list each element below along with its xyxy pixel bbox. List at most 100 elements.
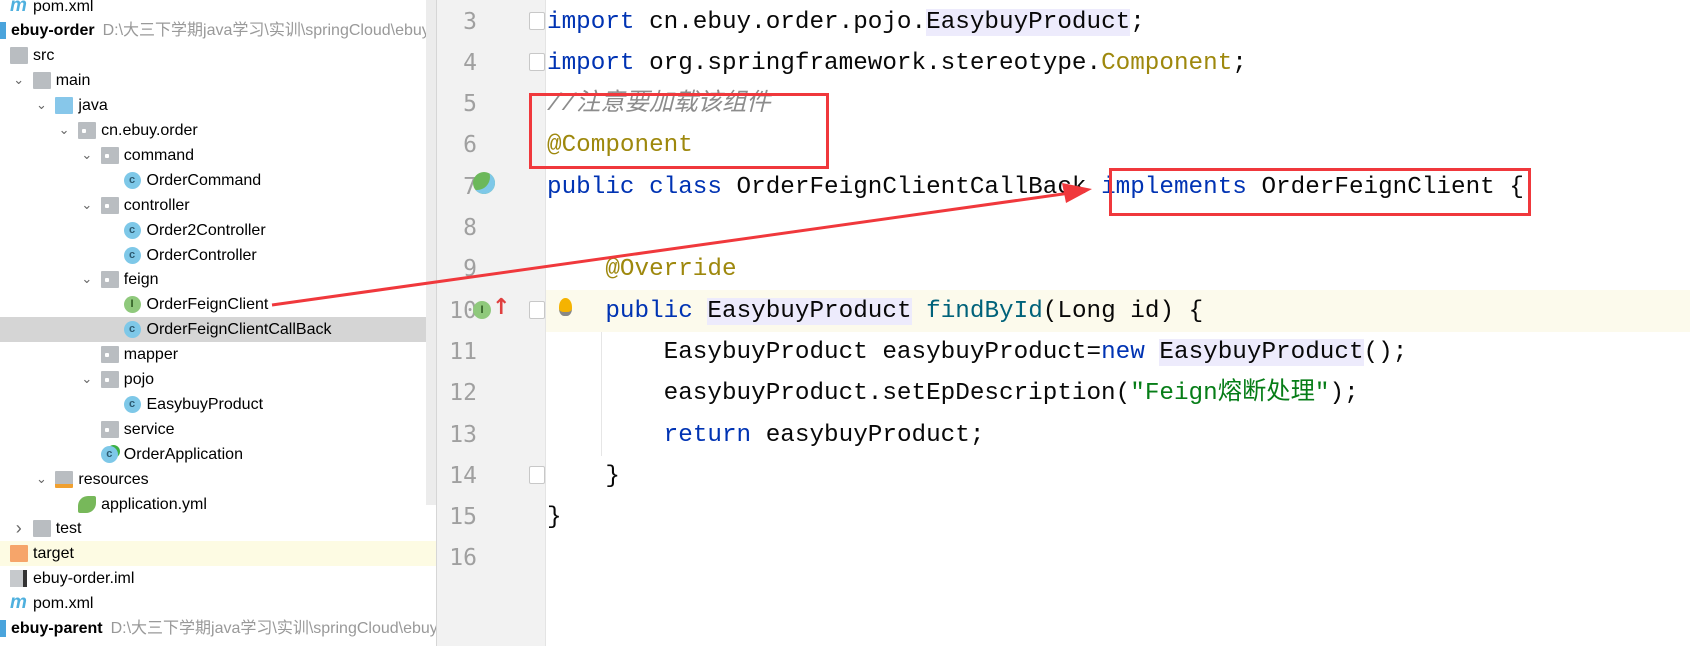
tree-item-pom-xml[interactable]: m pom.xml (0, 0, 426, 19)
chevron-down-icon[interactable]: ⌄ (80, 370, 94, 388)
code-token: ; (1232, 49, 1247, 77)
chevron-down-icon[interactable]: ⌄ (34, 96, 48, 114)
tree-item-ebuy-order-iml[interactable]: ebuy-order.iml (0, 566, 426, 591)
project-tree: m pom.xml ebuy-order D:\大三下学期java学习\实训\spri… (0, 0, 437, 646)
spring-bean-icon[interactable] (473, 172, 495, 194)
code-line[interactable]: } (547, 497, 562, 538)
fold-marker-icon[interactable] (529, 466, 545, 485)
code-token: OrderFeignClientCallBack (721, 173, 1102, 201)
tree-item-ebuy-order[interactable]: ebuy-order D:\大三下学期java学习\实训\springCloud\… (0, 18, 434, 43)
tree-item-target[interactable]: target (0, 541, 436, 567)
code-line[interactable]: public EasybuyProduct findById(Long id) … (547, 291, 1203, 332)
tree-item-label: feign (124, 269, 159, 290)
maven-icon: m (10, 0, 27, 16)
fold-marker-icon[interactable] (529, 12, 545, 30)
tree-item-label: Order2Controller (147, 220, 266, 241)
code-line[interactable]: @Override (547, 249, 737, 290)
tree-item-orderapplication[interactable]: c OrderApplication (0, 442, 426, 467)
tree-item-order2controller[interactable]: c Order2Controller (0, 218, 426, 243)
tree-item-label: OrderController (147, 245, 257, 266)
code-token: public class (547, 173, 722, 201)
code-token: EasybuyProduct (1159, 338, 1364, 366)
tree-item-ordercommand[interactable]: c OrderCommand (0, 168, 426, 193)
code-token: EasybuyProduct (926, 8, 1131, 36)
label-text: feign (123, 271, 159, 289)
code-token: "Feign熔断处理" (1130, 380, 1330, 408)
label-text: application.yml (101, 495, 207, 513)
chevron-right-icon[interactable]: › (12, 519, 26, 537)
class-icon: c (123, 246, 141, 264)
chevron-down-icon[interactable]: ⌄ (12, 71, 26, 89)
tree-item-label: test (56, 518, 82, 539)
code-line[interactable]: import cn.ebuy.order.pojo.EasybuyProduct… (547, 2, 1145, 43)
tree-item-orderfeignclient[interactable]: I OrderFeignClient (0, 292, 426, 317)
chevron-down-icon[interactable]: ⌄ (57, 121, 71, 139)
line-number: 5 (463, 91, 477, 118)
tree-item-label: OrderApplication (124, 444, 243, 465)
tree-item-mapper[interactable]: mapper (0, 342, 426, 367)
tree-item-label: OrderFeignClient (147, 294, 269, 315)
label-text: command (123, 146, 195, 164)
tree-item-easybuyproduct[interactable]: c EasybuyProduct (0, 392, 426, 417)
project-tree-scrollbar[interactable] (426, 0, 436, 505)
package-icon (100, 146, 119, 164)
code-token: EasybuyProduct easybuyProduct= (547, 338, 1102, 366)
label-text: pom.xml (33, 0, 94, 15)
tree-item-test[interactable]: › test (0, 516, 426, 541)
line-number: 13 (449, 421, 477, 448)
tree-item-ordercontroller[interactable]: c OrderController (0, 243, 426, 268)
tree-item-label: service (124, 419, 175, 440)
tree-item-controller[interactable]: ⌄ controller (0, 193, 426, 218)
tree-item-java[interactable]: ⌄ java (0, 93, 426, 118)
chevron-down-icon[interactable]: ⌄ (80, 196, 94, 214)
chevron-down-icon[interactable]: ⌄ (80, 146, 94, 164)
tree-item-feign[interactable]: ⌄ feign (0, 267, 426, 292)
code-token: new (1101, 338, 1145, 366)
code-token: } (547, 462, 620, 490)
code-line[interactable]: easybuyProduct.setEpDescription("Feign熔断… (547, 373, 1359, 414)
code-token: import (547, 8, 635, 36)
folder-icon (32, 72, 51, 90)
chevron-down-icon[interactable]: ⌄ (34, 470, 48, 488)
chevron-down-icon[interactable]: ⌄ (80, 270, 94, 288)
tree-item-pojo[interactable]: ⌄ pojo (0, 367, 426, 392)
tree-item-label: main (56, 70, 91, 91)
module-icon (0, 22, 6, 40)
tree-item-label: pojo (124, 369, 154, 390)
source-folder-icon (55, 97, 74, 115)
line-number: 6 (463, 132, 477, 159)
tree-item-pom-xml[interactable]: m pom.xml (0, 591, 426, 616)
tree-item-resources[interactable]: ⌄ resources (0, 467, 426, 492)
fold-marker-icon[interactable] (529, 53, 545, 72)
code-line[interactable]: return easybuyProduct; (547, 415, 985, 456)
code-line[interactable]: import org.springframework.stereotype.Co… (547, 43, 1247, 84)
tree-item-label: mapper (124, 344, 178, 365)
code-line[interactable]: EasybuyProduct easybuyProduct=new Easybu… (547, 332, 1407, 373)
tree-item-ebuy-parent[interactable]: ebuy-parent D:\大三下学期java学习\实训\springCloud… (0, 616, 436, 641)
line-number: 14 (449, 462, 477, 489)
spring-boot-class-icon: c (100, 445, 118, 463)
code-token: @Override (605, 256, 737, 284)
module-path: D:\大三下学期java学习\实训\springCloud\ebuy (110, 620, 437, 637)
code-line[interactable]: } (547, 456, 620, 497)
code-token: cn.ebuy.order.pojo. (634, 8, 927, 36)
tree-item-command[interactable]: ⌄ command (0, 143, 426, 168)
tree-item-src[interactable]: src (0, 43, 426, 68)
tree-item-label: pom.xml (33, 593, 93, 614)
label-text: OrderFeignClient (146, 296, 269, 314)
tree-item-application-yml[interactable]: application.yml (0, 492, 426, 517)
tree-item-orderfeignclientcallback[interactable]: c OrderFeignClientCallBack (0, 317, 436, 343)
tree-item-main[interactable]: ⌄ main (0, 68, 426, 93)
go-to-super-arrow-icon[interactable]: ↑ (492, 295, 510, 320)
label-text: EasybuyProduct (146, 395, 264, 413)
line-number: 8 (463, 215, 477, 241)
label-text: resources (78, 470, 149, 488)
label-text: OrderController (146, 246, 257, 264)
tree-item-cn-ebuy-order[interactable]: ⌄ cn.ebuy.order (0, 118, 426, 143)
tree-item-service[interactable]: service (0, 417, 426, 442)
lightbulb-icon[interactable] (559, 298, 572, 316)
fold-marker-icon[interactable] (529, 301, 545, 320)
implements-interface-icon[interactable]: I (473, 301, 491, 319)
